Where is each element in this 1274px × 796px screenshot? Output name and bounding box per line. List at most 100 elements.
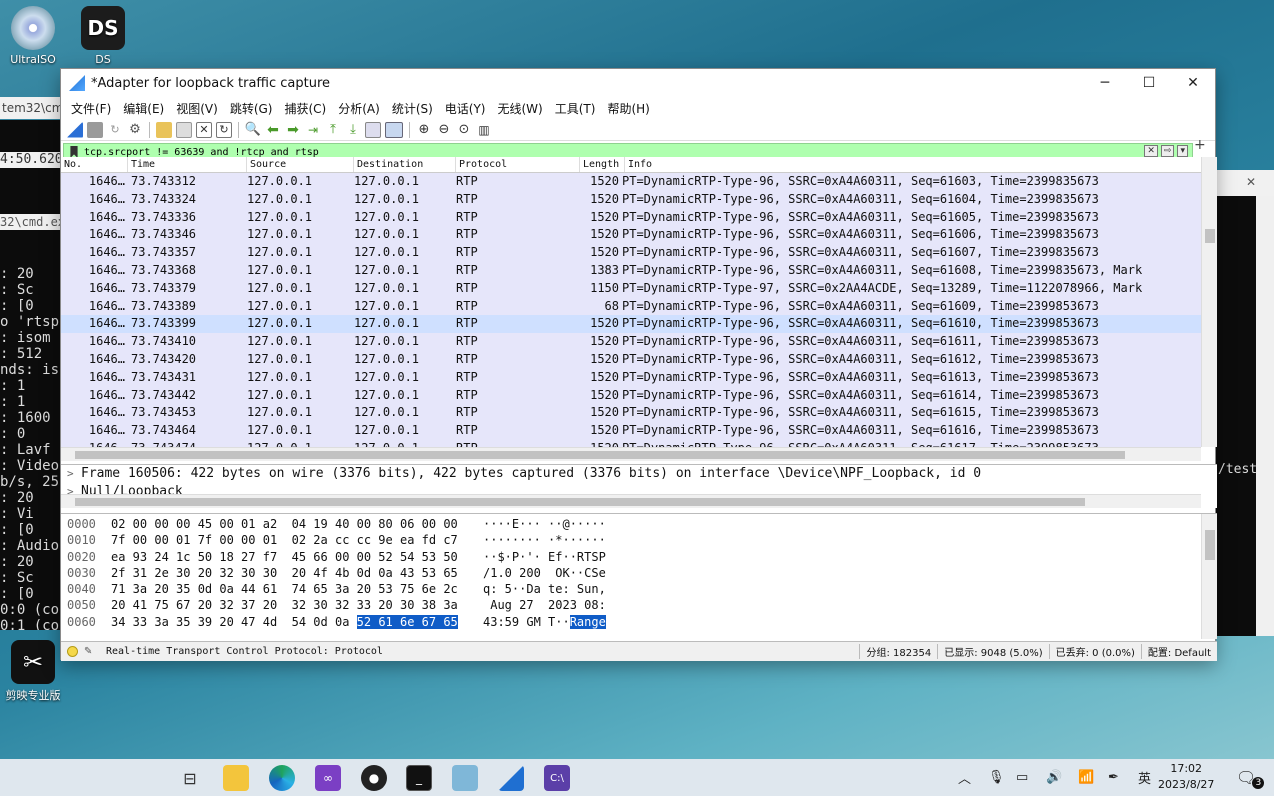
packet-list-scrollbar[interactable] bbox=[1201, 157, 1217, 447]
cmd-icon[interactable]: C:\ bbox=[544, 765, 570, 791]
hex-row[interactable]: 0050 20 41 75 67 20 32 37 20 32 30 32 33 … bbox=[61, 597, 1217, 613]
col-time[interactable]: Time bbox=[128, 157, 247, 172]
zoom-in-icon[interactable]: ⊕ bbox=[416, 122, 432, 138]
expert-info-icon[interactable] bbox=[67, 646, 78, 657]
packet-row-selected[interactable]: 1646… 73.743399 127.0.0.1 127.0.0.1 RTP 1520 P… bbox=[61, 315, 1217, 334]
network-icon[interactable]: 📶 bbox=[1078, 759, 1094, 796]
packet-row[interactable]: 1646… 73.743389 127.0.0.1 127.0.0.1 RTP 68 PT=… bbox=[61, 298, 1217, 316]
terminal-right-titlebar[interactable]: ✕ bbox=[1216, 170, 1274, 196]
obs-icon[interactable]: ● bbox=[361, 765, 387, 791]
col-info[interactable]: Info bbox=[625, 157, 1217, 172]
terminal-right-scrollbar[interactable] bbox=[1256, 196, 1274, 636]
packet-row[interactable]: 1646… 73.743357 127.0.0.1 127.0.0.1 RTP 1520 P… bbox=[61, 244, 1217, 262]
packet-list[interactable]: No. Time Source Destination Protocol Len… bbox=[61, 157, 1217, 447]
packet-row[interactable]: 1646… 73.743336 127.0.0.1 127.0.0.1 RTP 1520 P… bbox=[61, 209, 1217, 227]
desktop-icon-ds[interactable]: DS DS bbox=[71, 6, 135, 66]
packet-row[interactable]: 1646… 73.743368 127.0.0.1 127.0.0.1 RTP 1383 P… bbox=[61, 262, 1217, 280]
packet-row[interactable]: 1646… 73.743346 127.0.0.1 127.0.0.1 RTP 1520 P… bbox=[61, 226, 1217, 244]
status-profile[interactable]: 配置: Default bbox=[1140, 644, 1217, 659]
edit-comment-icon[interactable]: ✎ bbox=[84, 646, 96, 658]
hex-row[interactable]: 0030 2f 31 2e 30 20 32 30 30 20 4f 4b 0d … bbox=[61, 565, 1217, 581]
restart-capture-icon[interactable]: ↻ bbox=[107, 122, 123, 138]
packet-row[interactable]: 1646… 73.743312 127.0.0.1 127.0.0.1 RTP 1520 P… bbox=[61, 173, 1217, 191]
open-file-icon[interactable] bbox=[156, 121, 172, 138]
app-icon[interactable] bbox=[452, 765, 478, 791]
chevron-up-icon[interactable]: ︿ bbox=[958, 768, 971, 787]
packet-row[interactable]: 1646… 73.743379 127.0.0.1 127.0.0.1 RTP 1150 P… bbox=[61, 280, 1217, 298]
autoscroll-icon[interactable] bbox=[365, 121, 381, 138]
menu-capture[interactable]: 捕获(C) bbox=[278, 100, 332, 117]
go-last-icon[interactable]: ⤓ bbox=[345, 122, 361, 138]
col-protocol[interactable]: Protocol bbox=[456, 157, 580, 172]
bytes-scroll-thumb[interactable] bbox=[1205, 530, 1215, 560]
details-hscrollbar[interactable] bbox=[61, 494, 1201, 508]
file-explorer-icon[interactable] bbox=[223, 765, 249, 791]
menu-statistics[interactable]: 统计(S) bbox=[386, 100, 439, 117]
menu-wireless[interactable]: 无线(W) bbox=[492, 100, 549, 117]
save-file-icon[interactable] bbox=[176, 121, 192, 138]
pen-icon[interactable]: ✒ bbox=[1108, 759, 1119, 796]
zoom-out-icon[interactable]: ⊖ bbox=[436, 122, 452, 138]
notification-center-icon[interactable]: 🗨 3 bbox=[1236, 759, 1265, 796]
menu-telephony[interactable]: 电话(Y) bbox=[439, 100, 492, 117]
reload-file-icon[interactable]: ↻ bbox=[216, 121, 232, 138]
go-first-icon[interactable]: ⤒ bbox=[325, 122, 341, 138]
microphone-icon[interactable]: 🎙 bbox=[988, 759, 1005, 796]
details-hscroll-thumb[interactable] bbox=[75, 498, 1085, 506]
capture-options-icon[interactable]: ⚙ bbox=[127, 122, 143, 138]
terminal-title[interactable]: tem32\cmd.e bbox=[0, 97, 62, 119]
apply-filter-button[interactable]: ⇨ bbox=[1160, 145, 1175, 157]
hex-row[interactable]: 0040 71 3a 20 35 0d 0a 44 61 74 65 3a 20 … bbox=[61, 581, 1217, 597]
col-source[interactable]: Source bbox=[247, 157, 354, 172]
packet-row[interactable]: 1646… 73.743431 127.0.0.1 127.0.0.1 RTP 1520 P… bbox=[61, 369, 1217, 387]
packet-row[interactable]: 1646…73.743474127.0.0.1127.0.0.1RTP1520P… bbox=[61, 440, 1217, 447]
stop-capture-icon[interactable] bbox=[87, 121, 103, 138]
packet-row[interactable]: 1646… 73.743464 127.0.0.1 127.0.0.1 RTP 1520 P… bbox=[61, 422, 1217, 440]
show-hidden-icons[interactable]: ︿ bbox=[958, 759, 971, 796]
menu-analyze[interactable]: 分析(A) bbox=[332, 100, 386, 117]
visual-studio-icon[interactable]: ∞ bbox=[315, 765, 341, 791]
colorize-icon[interactable] bbox=[385, 121, 403, 138]
find-packet-icon[interactable]: 🔍 bbox=[245, 122, 261, 138]
filter-history-dropdown[interactable]: ▾ bbox=[1177, 145, 1188, 157]
menu-edit[interactable]: 编辑(E) bbox=[117, 100, 170, 117]
col-no[interactable]: No. bbox=[61, 157, 128, 172]
packet-row[interactable]: 1646… 73.743324 127.0.0.1 127.0.0.1 RTP 1520 P… bbox=[61, 191, 1217, 209]
details-frame-line[interactable]: Frame 160506: 422 bytes on wire (3376 bi… bbox=[61, 465, 1217, 483]
packet-row[interactable]: 1646… 73.743420 127.0.0.1 127.0.0.1 RTP 1520 P… bbox=[61, 351, 1217, 369]
close-button[interactable]: ✕ bbox=[1171, 69, 1215, 97]
menu-file[interactable]: 文件(F) bbox=[65, 100, 117, 117]
clear-filter-button[interactable]: ✕ bbox=[1144, 145, 1158, 157]
volume-icon[interactable]: 🔊 bbox=[1046, 759, 1062, 796]
go-forward-icon[interactable]: ➡ bbox=[285, 122, 301, 138]
packet-row[interactable]: 1646… 73.743442 127.0.0.1 127.0.0.1 RTP 1520 P… bbox=[61, 387, 1217, 405]
menu-tools[interactable]: 工具(T) bbox=[549, 100, 602, 117]
desktop-icon-capcut[interactable]: ✂ 剪映专业版 bbox=[1, 640, 65, 703]
menu-help[interactable]: 帮助(H) bbox=[601, 100, 655, 117]
start-capture-icon[interactable] bbox=[67, 121, 83, 138]
close-file-icon[interactable]: ✕ bbox=[196, 121, 212, 138]
close-icon[interactable]: ✕ bbox=[1246, 175, 1256, 189]
packet-row[interactable]: 1646… 73.743453 127.0.0.1 127.0.0.1 RTP 1520 P… bbox=[61, 404, 1217, 422]
clock[interactable]: 17:02 2023/8/27 bbox=[1158, 761, 1214, 793]
menu-view[interactable]: 视图(V) bbox=[170, 100, 224, 117]
hex-row[interactable]: 0020 ea 93 24 1c 50 18 27 f7 45 66 00 00 … bbox=[61, 549, 1217, 565]
packet-list-hscrollbar[interactable] bbox=[61, 447, 1201, 461]
go-to-packet-icon[interactable]: ⇥ bbox=[305, 122, 321, 138]
packet-row[interactable]: 1646… 73.743410 127.0.0.1 127.0.0.1 RTP 1520 P… bbox=[61, 333, 1217, 351]
bytes-scrollbar[interactable] bbox=[1201, 514, 1217, 639]
desktop-icon-ultraiso[interactable]: UltraISO bbox=[1, 6, 65, 66]
col-length[interactable]: Length bbox=[580, 157, 625, 172]
menu-go[interactable]: 跳转(G) bbox=[224, 100, 279, 117]
zoom-normal-icon[interactable]: ⊙ bbox=[456, 122, 472, 138]
hex-row[interactable]: 0000 02 00 00 00 45 00 01 a2 04 19 40 00 … bbox=[61, 516, 1217, 532]
maximize-button[interactable]: ☐ bbox=[1127, 69, 1171, 97]
col-destination[interactable]: Destination bbox=[354, 157, 456, 172]
go-back-icon[interactable]: ⬅ bbox=[265, 122, 281, 138]
title-bar[interactable]: *Adapter for loopback traffic capture ─ … bbox=[61, 69, 1215, 97]
packet-bytes[interactable]: 0000 02 00 00 00 45 00 01 a2 04 19 40 00 … bbox=[61, 513, 1217, 639]
hex-row[interactable]: 0060 34 33 3a 35 39 20 47 4d 54 0d 0a 52 … bbox=[61, 614, 1217, 630]
add-filter-button-icon[interactable]: + bbox=[1194, 137, 1206, 153]
minimize-button[interactable]: ─ bbox=[1083, 69, 1127, 97]
packet-list-scroll-thumb[interactable] bbox=[1205, 229, 1215, 243]
